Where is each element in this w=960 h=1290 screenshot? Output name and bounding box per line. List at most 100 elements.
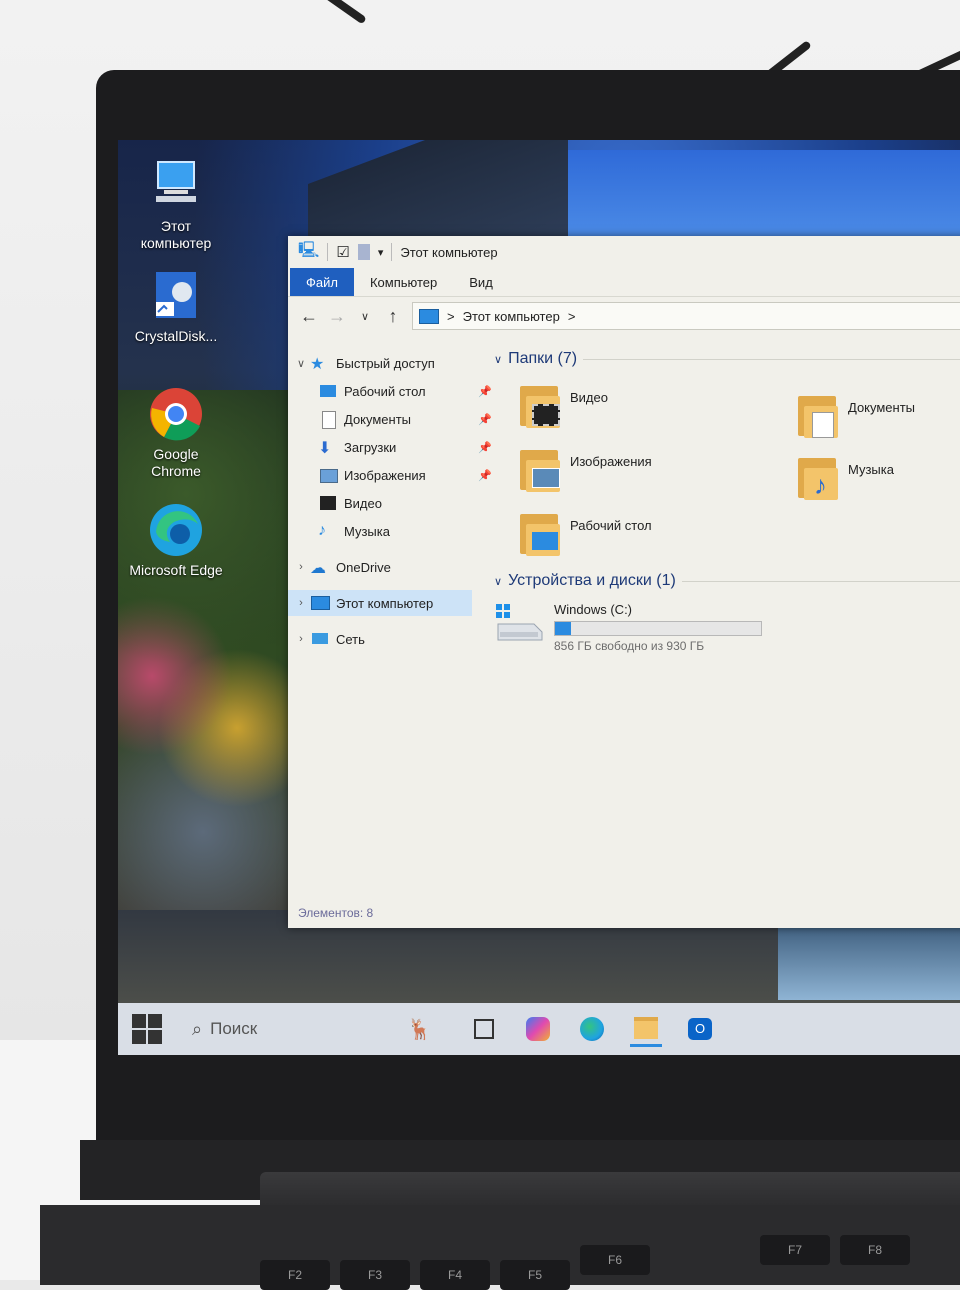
folder-pictures[interactable]: Изображения xyxy=(518,446,652,494)
separator xyxy=(391,243,393,261)
nav-label: Рабочий стол xyxy=(344,383,426,399)
desktop-icon-label: Google Chrome xyxy=(151,446,201,479)
outlook-icon[interactable]: O xyxy=(684,1013,716,1045)
download-arrow-icon: ⬇ xyxy=(318,440,332,457)
key-f3[interactable]: F3 xyxy=(340,1260,410,1290)
nav-label: Сеть xyxy=(336,631,365,647)
monitor-icon xyxy=(148,158,204,214)
folder-label: Изображения xyxy=(570,454,652,469)
nav-documents[interactable]: Документы 📌 xyxy=(318,406,492,432)
folder-documents[interactable]: Документы xyxy=(796,392,915,440)
copilot-icon[interactable] xyxy=(522,1013,554,1045)
nav-this-pc[interactable]: › Этот компьютер xyxy=(288,590,472,616)
properties-icon[interactable]: ☑ xyxy=(336,243,349,261)
breadcrumb-separator: > xyxy=(567,308,576,324)
status-bar-item-count: Элементов: 8 xyxy=(298,906,374,920)
key-f6[interactable]: F6 xyxy=(580,1245,650,1275)
desktop-icon-crystaldisk[interactable]: CrystalDisk... xyxy=(128,268,224,345)
content-pane: ∨ Папки (7) Видео Документы Изображения … xyxy=(484,342,960,902)
folder-music[interactable]: ♪ Музыка xyxy=(796,454,894,502)
task-view-icon[interactable] xyxy=(468,1013,500,1045)
wall-decor-line xyxy=(313,0,367,25)
ribbon-tabs: Файл Компьютер Вид xyxy=(288,268,960,296)
nav-downloads[interactable]: ⬇ Загрузки 📌 xyxy=(318,434,492,460)
screen: Этот компьютер CrystalDisk... Google Chr… xyxy=(118,140,960,1055)
desktop-icon-microsoft-edge[interactable]: Microsoft Edge xyxy=(128,502,224,579)
folders-group-header[interactable]: ∨ Папки (7) xyxy=(494,350,960,368)
nav-desktop[interactable]: Рабочий стол 📌 xyxy=(318,378,492,404)
folder-label: Документы xyxy=(848,400,916,415)
video-folder-icon xyxy=(518,382,562,430)
tab-computer[interactable]: Компьютер xyxy=(354,268,453,296)
key-f5[interactable]: F5 xyxy=(500,1260,570,1290)
desktop-icon-google-chrome[interactable]: Google Chrome xyxy=(128,386,224,480)
breadcrumb-separator: > xyxy=(447,308,455,324)
key-f8[interactable]: F8 xyxy=(840,1235,910,1265)
nav-label: Изображения xyxy=(344,467,426,483)
chevron-right-icon[interactable]: › xyxy=(292,561,310,573)
search-highlight-icon: 🦌 xyxy=(407,1018,432,1041)
drives-group-header[interactable]: ∨ Устройства и диски (1) xyxy=(494,572,960,590)
edge-icon xyxy=(148,502,204,558)
chevron-right-icon[interactable]: › xyxy=(292,633,310,645)
desktop-icon-label: Microsoft Edge xyxy=(129,562,223,578)
chevron-down-icon[interactable]: ∨ xyxy=(292,357,310,370)
nav-label: Видео xyxy=(344,495,382,511)
nav-label: Музыка xyxy=(344,523,390,539)
edge-icon[interactable] xyxy=(576,1013,608,1045)
back-arrow-icon[interactable]: ← xyxy=(300,306,318,327)
nav-onedrive[interactable]: › ☁ OneDrive xyxy=(292,554,391,580)
picture-icon xyxy=(318,466,338,484)
music-folder-icon: ♪ xyxy=(796,454,840,502)
address-bar-row: ← → ∨ ↑ > Этот компьютер > xyxy=(288,296,960,335)
nav-music[interactable]: ♪ Музыка xyxy=(318,518,390,544)
desktop-folder-icon xyxy=(518,510,562,558)
new-folder-icon[interactable] xyxy=(357,244,370,260)
chevron-down-icon[interactable]: ∨ xyxy=(494,353,502,366)
up-arrow-icon[interactable]: ↑ xyxy=(384,306,402,327)
nav-quick-access[interactable]: ∨ ★ Быстрый доступ xyxy=(292,350,435,376)
drive-c[interactable]: Windows (C:) 856 ГБ свободно из 930 ГБ xyxy=(494,602,762,653)
drive-usage-fill xyxy=(555,622,572,635)
network-icon xyxy=(310,630,330,648)
music-note-icon: ♪ xyxy=(318,522,326,539)
tab-file[interactable]: Файл xyxy=(290,268,354,296)
search-icon: ⌕ xyxy=(192,1018,203,1039)
key-f4[interactable]: F4 xyxy=(420,1260,490,1290)
nav-videos[interactable]: Видео xyxy=(318,490,382,516)
chevron-right-icon[interactable]: › xyxy=(292,597,310,609)
windows-start-icon[interactable] xyxy=(132,1014,162,1044)
nav-pictures[interactable]: Изображения 📌 xyxy=(318,462,492,488)
this-pc-icon: 🖳 xyxy=(298,241,320,259)
wallpaper-mountain xyxy=(308,140,568,250)
nav-label: Быстрый доступ xyxy=(336,355,435,371)
breadcrumb-this-pc[interactable]: Этот компьютер xyxy=(463,309,560,324)
nav-label: OneDrive xyxy=(336,559,391,575)
customize-qat-icon[interactable]: ▾ xyxy=(378,246,384,259)
file-explorer-window: 🖳 ☑ ▾ Этот компьютер Файл Компьютер Вид … xyxy=(288,236,960,928)
drive-usage-bar xyxy=(554,621,762,636)
tab-view[interactable]: Вид xyxy=(453,268,509,296)
recent-locations-chevron-icon[interactable]: ∨ xyxy=(356,310,374,323)
taskbar-search[interactable]: ⌕ Поиск 🦌 xyxy=(192,1017,432,1042)
taskbar: ⌕ Поиск 🦌 O xyxy=(118,1003,960,1055)
address-bar[interactable]: > Этот компьютер > xyxy=(412,302,960,330)
desktop-icon-this-pc[interactable]: Этот компьютер xyxy=(128,158,224,252)
file-explorer-icon[interactable] xyxy=(630,1012,662,1047)
document-icon xyxy=(318,410,338,429)
nav-label: Этот компьютер xyxy=(336,595,434,611)
folder-desktop[interactable]: Рабочий стол xyxy=(518,510,652,558)
forward-arrow-icon[interactable]: → xyxy=(328,306,346,327)
group-divider xyxy=(583,358,960,360)
this-pc-icon xyxy=(419,308,439,324)
desktop-icon-label: CrystalDisk... xyxy=(134,328,218,344)
nav-network[interactable]: › Сеть xyxy=(292,626,365,652)
desktop-icon-label: Этот компьютер xyxy=(140,218,212,251)
nav-label: Загрузки xyxy=(344,439,397,455)
chevron-down-icon[interactable]: ∨ xyxy=(494,575,502,588)
key-f2[interactable]: F2 xyxy=(260,1260,330,1290)
key-f7[interactable]: F7 xyxy=(760,1235,830,1265)
search-placeholder: Поиск xyxy=(210,1019,258,1038)
cloud-icon: ☁ xyxy=(310,560,326,577)
folder-videos[interactable]: Видео xyxy=(518,382,608,430)
